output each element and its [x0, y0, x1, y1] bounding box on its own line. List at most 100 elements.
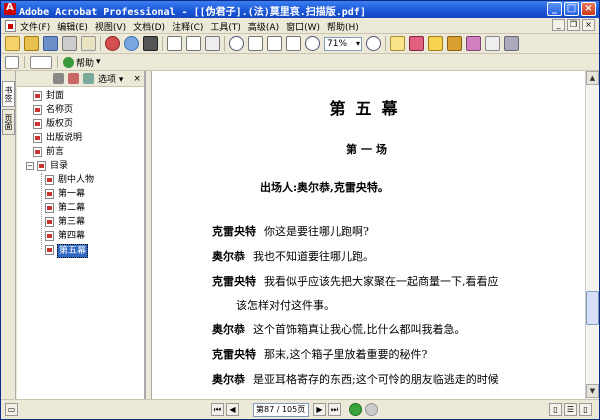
forms-icon[interactable] — [485, 36, 500, 51]
menu-help[interactable]: 帮助(H) — [327, 20, 359, 33]
bookmark-label: 剧中人物 — [58, 175, 95, 185]
bookmark-icon — [33, 91, 42, 101]
highlight-icon[interactable] — [428, 36, 443, 51]
panel-splitter[interactable] — [145, 71, 152, 399]
bookmark-icon — [45, 245, 54, 255]
bookmark-label: 第二幕 — [58, 203, 86, 213]
maximize-button[interactable]: □ — [564, 2, 579, 16]
help-button[interactable]: 帮助 ▾ — [63, 56, 101, 69]
previous-page-icon[interactable]: ◀ — [226, 403, 239, 416]
document-icon[interactable] — [5, 20, 16, 32]
create-pdf-icon[interactable] — [24, 36, 39, 51]
page-number-field[interactable]: 第87 / 105页 — [253, 403, 309, 417]
close-button[interactable]: × — [581, 2, 596, 16]
help-label: 帮助 — [76, 58, 95, 69]
dialogue-line: 奥尔恭 我也不知道要往哪儿跑。 — [212, 248, 374, 264]
bookmark-item-toc[interactable]: − 目录 — [17, 159, 145, 173]
bookmark-label: 第三幕 — [58, 217, 86, 227]
vertical-scrollbar[interactable]: ▲ ▼ — [585, 71, 599, 399]
bookmark-item[interactable]: 出版说明 — [17, 131, 145, 145]
toolbar-separator — [162, 36, 163, 51]
actual-size-icon[interactable] — [248, 36, 263, 51]
binoculars-icon[interactable] — [143, 36, 158, 51]
bookmark-item-selected[interactable]: 第五幕 — [17, 243, 145, 258]
menu-tools[interactable]: 工具(T) — [210, 20, 241, 33]
zoom-in-icon[interactable] — [229, 36, 244, 51]
scroll-down-icon[interactable]: ▼ — [586, 384, 599, 398]
scroll-up-icon[interactable]: ▲ — [586, 71, 599, 85]
menu-bar: 文件(F) 编辑(E) 视图(V) 文档(D) 注释(C) 工具(T) 高级(A… — [1, 18, 599, 34]
globe-icon[interactable] — [124, 36, 139, 51]
speaker: 奥尔恭 — [212, 323, 245, 336]
first-page-icon[interactable]: ⏮ — [211, 403, 224, 416]
yahoo-search-icon[interactable] — [30, 55, 52, 69]
expand-bookmark-icon[interactable] — [83, 73, 94, 84]
bookmark-item[interactable]: 剧中人物 — [17, 173, 145, 187]
single-page-icon[interactable]: ▯ — [549, 403, 562, 416]
dialogue-line: 克雷央特 那末,这个箱子里放着重要的秘件? — [212, 346, 427, 362]
menu-view[interactable]: 视图(V) — [95, 20, 126, 33]
open-folder-icon[interactable] — [5, 36, 20, 51]
bookmark-icon — [33, 133, 42, 143]
zoom-plus-icon[interactable] — [366, 36, 381, 51]
bookmark-item[interactable]: 第二幕 — [17, 201, 145, 215]
menu-document[interactable]: 文档(D) — [133, 20, 165, 33]
bookmark-item[interactable]: 名称页 — [17, 103, 145, 117]
doc-close-button[interactable]: × — [582, 19, 595, 31]
bookmark-item[interactable]: 版权页 — [17, 117, 145, 131]
go-back-icon[interactable] — [349, 403, 362, 416]
new-bookmark-icon[interactable] — [68, 73, 79, 84]
doc-minimize-button[interactable]: _ — [552, 19, 565, 31]
doc-restore-button[interactable]: ❐ — [567, 19, 580, 31]
menu-window[interactable]: 窗口(W) — [286, 20, 320, 33]
print-icon[interactable] — [62, 36, 77, 51]
menu-edit[interactable]: 编辑(E) — [57, 20, 88, 33]
page-size-icon[interactable]: ▭ — [5, 403, 18, 416]
secure-lock-icon[interactable] — [447, 36, 462, 51]
snapshot-icon[interactable] — [205, 36, 220, 51]
comment-note-icon[interactable] — [390, 36, 405, 51]
bookmark-item[interactable]: 前言 — [17, 145, 145, 159]
continuous-page-icon[interactable]: ☰ — [564, 403, 577, 416]
acrobat-window: Adobe Acrobat Professional - [[伪君子].(法)莫… — [0, 0, 600, 420]
select-page-icon[interactable] — [5, 55, 19, 69]
close-panel-icon[interactable]: × — [133, 74, 141, 84]
options-menu[interactable]: 选项 ▾ — [98, 72, 123, 85]
bookmark-item[interactable]: 第三幕 — [17, 215, 145, 229]
bookmark-item[interactable]: 第四幕 — [17, 229, 145, 243]
hand-tool-icon[interactable] — [167, 36, 182, 51]
fit-width-icon[interactable] — [286, 36, 301, 51]
bookmark-item[interactable]: 封面 — [17, 89, 145, 103]
menu-file[interactable]: 文件(F) — [20, 20, 50, 33]
speaker: 克雷央特 — [212, 348, 256, 361]
bookmark-item[interactable]: 第一幕 — [17, 187, 145, 201]
menu-advanced[interactable]: 高级(A) — [248, 20, 279, 33]
document-view[interactable]: 第五幕 第一场 出场人:奥尔恭,克雷央特。 克雷央特 你这是要往哪儿跑啊? 奥尔恭… — [152, 71, 585, 399]
stamp-icon[interactable] — [105, 36, 120, 51]
bookmark-icon — [33, 119, 42, 129]
minimize-button[interactable]: _ — [547, 2, 562, 16]
email-icon[interactable] — [81, 36, 96, 51]
fit-page-icon[interactable] — [267, 36, 282, 51]
zoom-out-icon[interactable] — [305, 36, 320, 51]
next-page-icon[interactable]: ▶ — [313, 403, 326, 416]
save-icon[interactable] — [43, 36, 58, 51]
scroll-thumb[interactable] — [586, 291, 599, 325]
delete-bookmark-icon[interactable] — [53, 73, 64, 84]
go-forward-icon[interactable] — [365, 403, 378, 416]
select-text-icon[interactable] — [186, 36, 201, 51]
collapse-toggle[interactable]: − — [26, 162, 34, 170]
review-icon[interactable] — [409, 36, 424, 51]
dialogue-line-continued: 该怎样对付这件事。 — [236, 297, 335, 313]
tab-bookmarks[interactable]: 书签 — [2, 81, 15, 107]
toolbar-options-icon[interactable] — [504, 36, 519, 51]
menu-comments[interactable]: 注释(C) — [172, 20, 203, 33]
facing-pages-icon[interactable]: ▯ — [579, 403, 592, 416]
sign-pen-icon[interactable] — [466, 36, 481, 51]
main-toolbar: 71% — [1, 34, 599, 54]
tab-pages[interactable]: 页面 — [2, 109, 15, 135]
bookmark-icon — [33, 147, 42, 157]
bookmark-icon — [45, 175, 54, 185]
zoom-level-select[interactable]: 71% — [324, 36, 362, 51]
last-page-icon[interactable]: ⏭ — [328, 403, 341, 416]
